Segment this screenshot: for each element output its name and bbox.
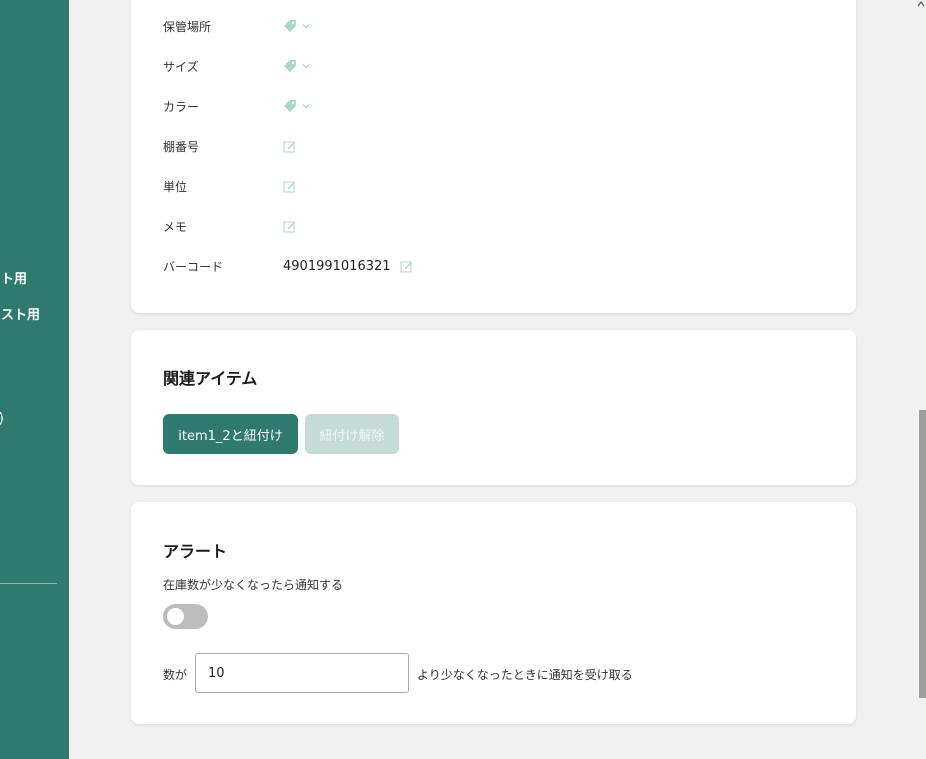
edit-icon[interactable] [283,140,296,153]
property-row-unit: 単位 [163,176,296,196]
sidebar-divider [0,583,57,584]
barcode-value: 4901991016321 [283,258,391,274]
property-row-memo: メモ [163,216,296,236]
alert-card: アラート 在庫数が少なくなったら通知する 数が より少なくなったときに通知を受け… [131,502,856,724]
property-row-shelf-number: 棚番号 [163,136,296,156]
scrollbar-thumb[interactable] [919,410,926,698]
property-label: サイズ [163,59,199,74]
properties-card: 保管場所 サイズ カラー 棚番号 単位 メモ バーコード 49019910163… [131,0,856,313]
unlink-item-button: 紐付け解除 [305,414,399,454]
sidebar-item-3[interactable]: ) [0,411,4,427]
property-row-storage: 保管場所 [163,16,311,36]
alert-toggle[interactable] [163,604,208,629]
related-items-title: 関連アイテム [163,369,258,388]
threshold-suffix: より少なくなったときに通知を受け取る [417,668,633,682]
sidebar-item-test-2[interactable]: スト用 [1,304,40,323]
tag-icon [284,60,296,72]
alert-title: アラート [163,542,228,561]
link-item-button[interactable]: item1_2と紐付け [163,414,298,454]
tag-icon [284,100,296,112]
property-label: 保管場所 [163,19,212,34]
property-row-barcode: バーコード 4901991016321 [163,256,413,276]
property-label: 単位 [163,179,188,194]
property-label: メモ [163,219,188,234]
scrollbar[interactable] [917,0,926,759]
alert-description: 在庫数が少なくなったら通知する [163,578,344,592]
threshold-prefix: 数が [163,668,188,682]
toggle-knob [167,608,184,625]
edit-icon[interactable] [283,180,296,193]
tag-icon [284,20,296,32]
related-items-card: 関連アイテム item1_2と紐付け 紐付け解除 [131,330,856,485]
scroll-up-icon[interactable] [917,0,925,8]
chevron-down-icon [302,64,310,69]
property-tag-selector[interactable] [283,59,311,73]
chevron-down-icon [302,24,310,29]
sidebar: ト用 スト用 ) [0,0,69,759]
sidebar-item-test-1[interactable]: ト用 [1,268,27,287]
property-tag-selector[interactable] [283,99,311,113]
property-row-size: サイズ [163,56,311,76]
property-row-color: カラー [163,96,311,116]
threshold-input[interactable] [195,653,409,693]
edit-icon[interactable] [400,260,413,273]
property-tag-selector[interactable] [283,19,311,33]
chevron-down-icon [302,104,310,109]
property-label: カラー [163,99,200,114]
property-label: 棚番号 [163,139,200,154]
property-label: バーコード [163,259,224,274]
edit-icon[interactable] [283,220,296,233]
